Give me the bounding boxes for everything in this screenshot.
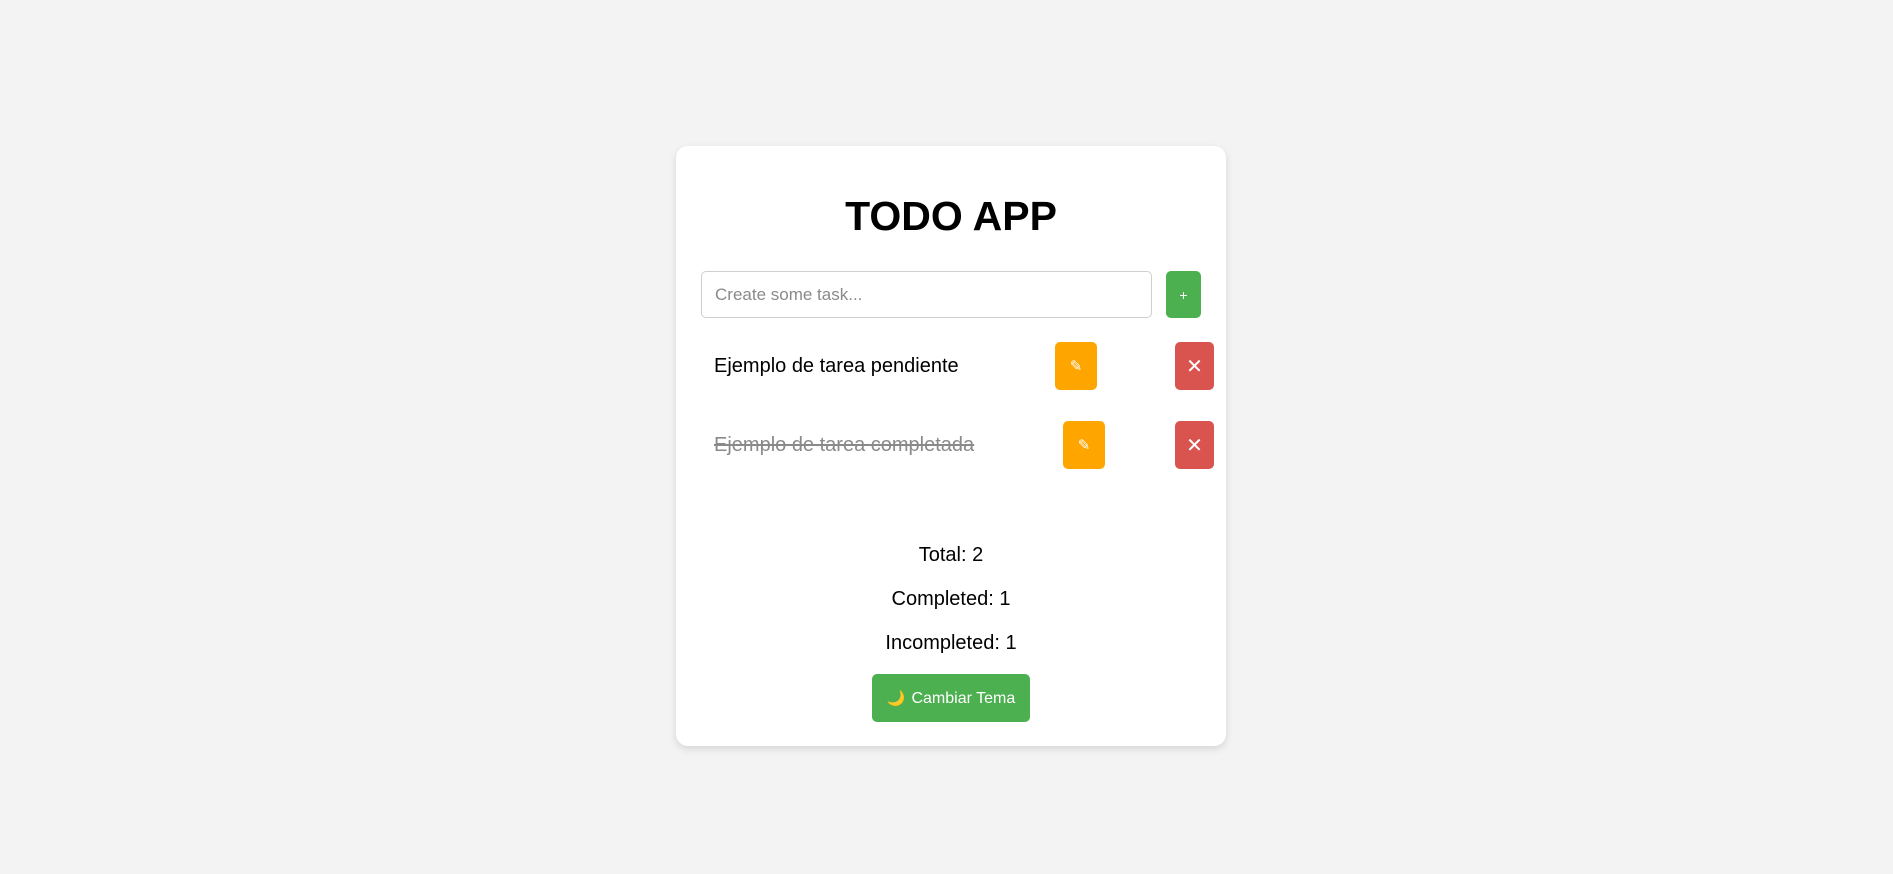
task-input[interactable] — [701, 271, 1152, 318]
delete-task-button[interactable]: ✕ — [1175, 342, 1214, 390]
add-task-button[interactable]: + — [1166, 271, 1201, 318]
edit-task-button[interactable]: ✎ — [1063, 421, 1105, 469]
toggle-theme-button[interactable]: 🌙 Cambiar Tema — [872, 674, 1030, 722]
todo-card: TODO APP + Ejemplo de tarea pendiente ✎ … — [676, 146, 1226, 746]
task-text[interactable]: Ejemplo de tarea pendiente — [714, 342, 959, 390]
moon-icon: 🌙 — [886, 688, 906, 707]
task-item: Ejemplo de tarea pendiente ✎ ✕ — [701, 342, 1214, 390]
pencil-icon: ✎ — [1069, 357, 1083, 375]
delete-task-button[interactable]: ✕ — [1175, 421, 1214, 469]
theme-button-label: Cambiar Tema — [911, 689, 1016, 707]
stat-total: Total: 2 — [918, 544, 984, 566]
stat-incompleted: Incompleted: 1 — [885, 632, 1017, 654]
stat-completed: Completed: 1 — [891, 588, 1011, 610]
close-icon: ✕ — [1186, 433, 1203, 457]
edit-task-button[interactable]: ✎ — [1055, 342, 1097, 390]
pencil-icon: ✎ — [1077, 436, 1091, 454]
task-item: Ejemplo de tarea completada ✎ ✕ — [701, 421, 1214, 469]
app-title: TODO APP — [845, 193, 1057, 239]
close-icon: ✕ — [1186, 354, 1203, 378]
task-text-completed[interactable]: Ejemplo de tarea completada — [714, 421, 974, 469]
